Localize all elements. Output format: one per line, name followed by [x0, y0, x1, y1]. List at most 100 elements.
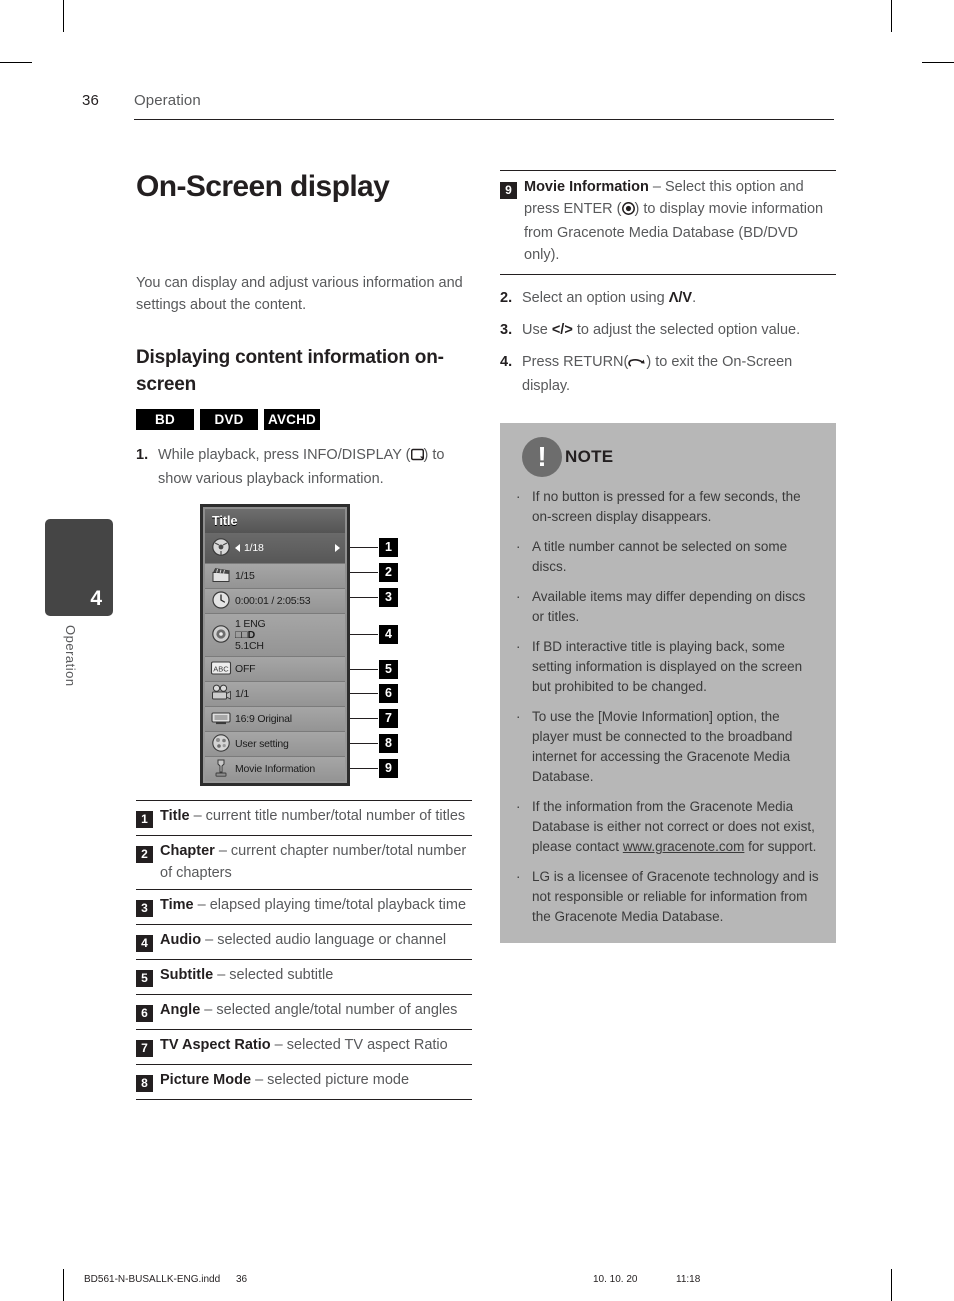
return-arrow-icon [628, 353, 646, 375]
legend-desc-5: – selected subtitle [213, 967, 334, 983]
crop-mark-top-right-horizontal [922, 62, 954, 63]
legend-term-5: Subtitle [160, 967, 214, 983]
badge-avchd: AVCHD [264, 409, 320, 430]
legend-item-2: 2 Chapter – current chapter number/total… [136, 835, 472, 889]
chapter-tab: 4 [45, 519, 113, 616]
bullet-icon: · [516, 539, 521, 554]
callout-6: 6 [379, 684, 398, 703]
subtitle-abc-icon: ABC [207, 660, 235, 679]
legend-term-4: Audio [160, 932, 202, 948]
step-2-number: 2. [500, 290, 513, 306]
legend-number-4: 4 [136, 929, 160, 954]
legend-desc-7: – selected TV aspect Ratio [270, 1037, 448, 1053]
osd-picture-mode-value: User setting [235, 738, 289, 750]
step-3: 3. Use </> to adjust the selected option… [500, 319, 836, 341]
page-number: 36 [82, 92, 99, 109]
section-name: Operation [134, 92, 201, 109]
crop-mark-bottom-right-vertical [891, 1269, 892, 1301]
legend-item-3: 3 Time – elapsed playing time/total play… [136, 889, 472, 924]
legend-badge-7: 7 [136, 1040, 153, 1057]
step-3-text-after: to adjust the selected option value. [572, 322, 801, 338]
osd-row-subtitle[interactable]: ABC OFF [205, 657, 345, 682]
section-subheading: Displaying content information on-screen [136, 347, 444, 395]
leader-line-8 [350, 743, 378, 744]
osd-row-chapter[interactable]: 1/15 [205, 564, 345, 589]
angle-camera-icon [207, 684, 235, 705]
note-text-1: If no button is pressed for a few second… [532, 489, 801, 524]
footer-file-name: BD561-N-BUSALLK-ENG.indd [84, 1274, 221, 1285]
legend-term-7: TV Aspect Ratio [160, 1037, 271, 1053]
osd-screenshot-figure: Title 1/18 1/15 0:00:01 / 2:05:53 1 ENG … [136, 502, 472, 792]
legend-text-3: Time – elapsed playing time/total playba… [160, 894, 472, 919]
osd-row-time[interactable]: 0:00:01 / 2:05:53 [205, 589, 345, 614]
legend-term-1: Title [160, 808, 190, 824]
title-disc-icon [207, 537, 235, 560]
note-text-5: To use the [Movie Information] option, t… [532, 709, 793, 784]
callout-8: 8 [379, 734, 398, 753]
audio-disc-icon [207, 624, 235, 647]
note-item-3: · Available items may differ depending o… [516, 587, 820, 627]
osd-tv-aspect-value: 16:9 Original [235, 713, 292, 725]
legend-text-6: Angle – selected angle/total number of a… [160, 999, 472, 1024]
right-column: 9 Movie Information – Select this option… [500, 170, 836, 943]
osd-chapter-value: 1/15 [235, 570, 255, 582]
movie-info-icon [207, 758, 235, 781]
legend-desc-8: – selected picture mode [251, 1072, 410, 1088]
note-text-7: LG is a licensee of Gracenote technology… [532, 869, 819, 924]
note-text-4: If BD interactive title is playing back,… [532, 639, 803, 694]
badge-bd: BD [136, 409, 194, 430]
note-item-1: · If no button is pressed for a few seco… [516, 487, 820, 527]
legend-desc-6: – selected angle/total number of angles [200, 1002, 458, 1018]
osd-audio-channels: 5.1CH [235, 639, 264, 652]
legend-item-9: 9 Movie Information – Select this option… [500, 170, 836, 275]
osd-row-title[interactable]: 1/18 [205, 533, 345, 564]
legend-badge-2: 2 [136, 846, 153, 863]
osd-row-audio[interactable]: 1 ENG □□D 5.1CH [205, 614, 345, 657]
step-3-keys: </> [551, 322, 573, 338]
legend-text-7: TV Aspect Ratio – selected TV aspect Rat… [160, 1034, 472, 1059]
footer-page-number: 36 [236, 1274, 248, 1285]
legend-desc-4: – selected audio language or channel [201, 932, 447, 948]
legend-item-8: 8 Picture Mode – selected picture mode [136, 1064, 472, 1100]
osd-movie-information-value: Movie Information [235, 763, 316, 775]
page-title: On-Screen display [136, 170, 390, 203]
legend-item-7: 7 TV Aspect Ratio – selected TV aspect R… [136, 1029, 472, 1064]
left-column: On-Screen display You can display and ad… [136, 170, 472, 1100]
note-item-2: · A title number cannot be selected on s… [516, 537, 820, 577]
svg-text:ABC: ABC [213, 664, 229, 673]
step-3-text: Use </> to adjust the selected option va… [522, 319, 836, 341]
header-divider [134, 119, 834, 120]
callout-2: 2 [379, 563, 398, 582]
osd-row-angle[interactable]: 1/1 [205, 682, 345, 707]
legend-badge-1: 1 [136, 811, 153, 828]
osd-row-picture-mode[interactable]: User setting [205, 732, 345, 757]
legend-text-9: Movie Information – Select this option a… [524, 176, 836, 266]
osd-row-movie-information[interactable]: Movie Information [205, 757, 345, 781]
legend-text-1: Title – current title number/total numbe… [160, 805, 472, 830]
osd-row-tv-aspect[interactable]: 16:9 Original [205, 707, 345, 732]
legend-number-1: 1 [136, 805, 160, 830]
note-item-7: · LG is a licensee of Gracenote technolo… [516, 867, 820, 927]
exclamation-icon: ! [522, 437, 562, 477]
legend-term-3: Time [160, 897, 194, 913]
bullet-icon: · [516, 799, 521, 814]
footer-time: 11:18 [676, 1274, 701, 1285]
step-4-text: Press RETURN() to exit the On-Screen dis… [522, 351, 836, 397]
legend-term-9: Movie Information [524, 179, 649, 195]
legend-term-2: Chapter [160, 843, 215, 859]
osd-audio-value: 1 ENG □□D 5.1CH [235, 618, 345, 652]
legend-badge-3: 3 [136, 900, 153, 917]
footer-date: 10. 10. 20 [593, 1274, 638, 1285]
gracenote-link[interactable]: www.gracenote.com [623, 839, 745, 854]
leader-line-3 [350, 597, 378, 598]
osd-left-arrow-icon[interactable] [235, 544, 240, 552]
leader-line-6 [350, 693, 378, 694]
document-page: 36 Operation 4 Operation On-Screen displ… [0, 0, 954, 1301]
legend-number-8: 8 [136, 1069, 160, 1094]
legend-desc-1: – current title number/total number of t… [189, 808, 466, 824]
osd-angle-value: 1/1 [235, 688, 249, 700]
step-2-keys: Λ/V [668, 290, 693, 306]
osd-right-arrow-icon[interactable] [335, 544, 340, 552]
chapter-number: 4 [90, 587, 102, 610]
step-1-number: 1. [136, 447, 149, 463]
